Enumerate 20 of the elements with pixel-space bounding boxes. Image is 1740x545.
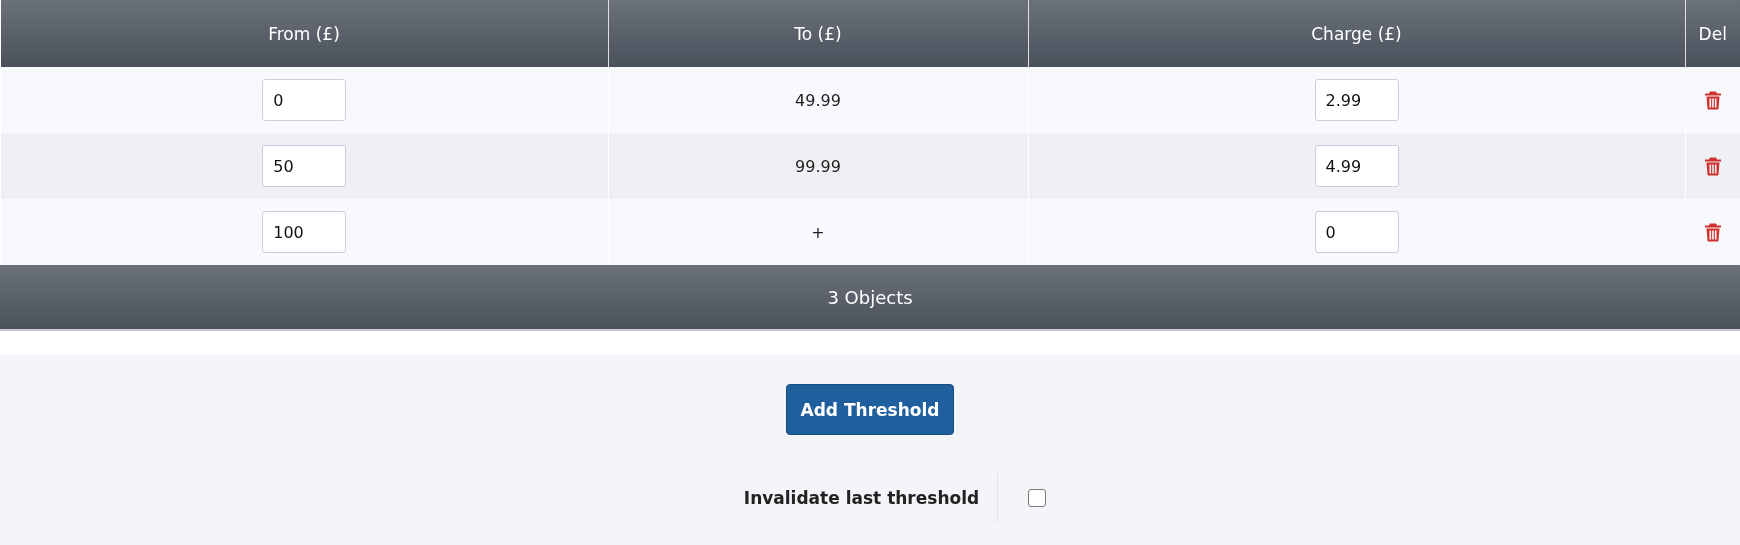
table-cell: 99.99 xyxy=(795,156,841,176)
trash-icon[interactable] xyxy=(1704,91,1721,110)
from-field[interactable]: 50 xyxy=(262,145,347,187)
table-cell: + xyxy=(811,222,825,242)
table-cell: 49.99 xyxy=(795,90,841,110)
column-header: From (£) xyxy=(0,0,608,67)
column-header: To (£) xyxy=(608,0,1028,67)
charge-field[interactable]: 4.99 xyxy=(1314,145,1399,187)
add-threshold-button[interactable]: Add Threshold xyxy=(785,384,955,435)
from-field[interactable]: 100 xyxy=(262,211,347,253)
from-field[interactable]: 0 xyxy=(262,79,347,121)
checkbox-label: Invalidate last threshold xyxy=(743,488,980,508)
column-header: Charge (£) xyxy=(1028,0,1685,67)
charge-field[interactable]: 2.99 xyxy=(1314,79,1399,121)
charge-field[interactable]: 0 xyxy=(1314,211,1399,253)
column-header: Del xyxy=(1685,0,1740,67)
trash-icon[interactable] xyxy=(1704,223,1721,242)
invalidate-checkbox[interactable] xyxy=(1028,489,1047,507)
trash-icon[interactable] xyxy=(1704,157,1721,176)
object-count: 3 Objects xyxy=(827,286,913,308)
